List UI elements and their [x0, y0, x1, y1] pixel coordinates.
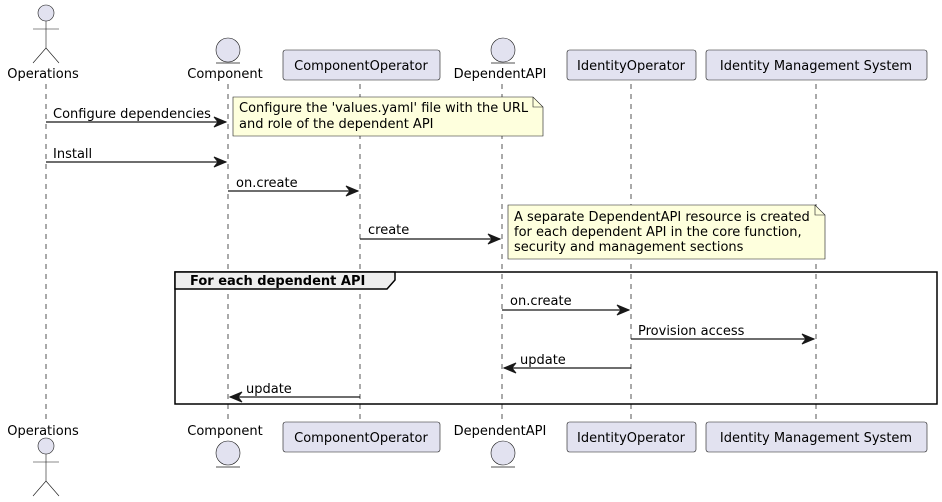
message-label: on.create [510, 294, 572, 309]
entity-icon [215, 37, 241, 64]
participant-dependentapi-top[interactable]: DependentAPI [454, 37, 547, 82]
note-line: Configure the 'values.yaml' file with th… [239, 101, 529, 116]
participant-componentoperator-bottom[interactable]: ComponentOperator [282, 421, 441, 453]
message-provision-access[interactable]: Provision access [631, 324, 816, 345]
message-label: Provision access [638, 324, 745, 339]
participant-label: Operations [7, 67, 79, 82]
participant-label: IdentityOperator [577, 59, 686, 74]
participant-label: DependentAPI [454, 424, 547, 439]
note-dependentapi-resource: A separate DependentAPI resource is crea… [507, 204, 826, 260]
participant-componentoperator-top[interactable]: ComponentOperator [282, 49, 441, 81]
message-on-create-dependentapi[interactable]: on.create [502, 294, 631, 316]
participant-component-bottom[interactable]: Component [187, 424, 263, 468]
participant-operations-top[interactable]: Operations [7, 4, 79, 82]
message-install[interactable]: Install [46, 147, 228, 168]
message-create[interactable]: create [360, 223, 502, 245]
participant-label: Identity Management System [720, 59, 912, 74]
group-label: For each dependent API [190, 274, 365, 289]
entity-icon [490, 440, 516, 468]
note-line: and role of the dependent API [239, 117, 434, 132]
participant-label: ComponentOperator [294, 59, 428, 74]
note-line: security and management sections [514, 240, 744, 255]
note-line: A separate DependentAPI resource is crea… [514, 210, 810, 225]
participant-identityoperator-bottom[interactable]: IdentityOperator [566, 421, 697, 453]
participant-label: Operations [7, 424, 79, 439]
participant-ims-bottom[interactable]: Identity Management System [705, 421, 928, 453]
participant-label: DependentAPI [454, 67, 547, 82]
note-values-yaml: Configure the 'values.yaml' file with th… [232, 96, 544, 137]
entity-icon [490, 37, 516, 64]
sequence-diagram: Operations Component ComponentOperator D… [7, 4, 938, 497]
participant-dependentapi-bottom[interactable]: DependentAPI [454, 424, 547, 468]
participant-label: Identity Management System [720, 431, 912, 446]
participant-component-top[interactable]: Component [187, 37, 263, 82]
participant-label: ComponentOperator [294, 431, 428, 446]
entity-icon [215, 440, 241, 468]
message-configure-dependencies[interactable]: Configure dependencies [46, 107, 228, 128]
message-label: update [520, 353, 566, 368]
message-label: update [246, 382, 292, 397]
participant-ims-top[interactable]: Identity Management System [705, 49, 928, 81]
actor-icon [32, 437, 60, 497]
participant-label: Component [187, 424, 262, 439]
note-line: for each dependent API in the core funct… [514, 225, 802, 240]
message-label: create [368, 223, 409, 238]
actor-icon [32, 4, 60, 64]
message-on-create-component[interactable]: on.create [228, 176, 360, 197]
message-update-dependentapi[interactable]: update [502, 353, 631, 374]
participant-label: Component [187, 67, 262, 82]
message-label: on.create [236, 176, 298, 191]
message-label: Install [53, 147, 92, 162]
participant-label: IdentityOperator [577, 431, 686, 446]
participant-identityoperator-top[interactable]: IdentityOperator [566, 49, 697, 81]
message-label: Configure dependencies [53, 107, 211, 122]
message-update-component[interactable]: update [228, 382, 360, 403]
participant-operations-bottom[interactable]: Operations [7, 424, 79, 497]
